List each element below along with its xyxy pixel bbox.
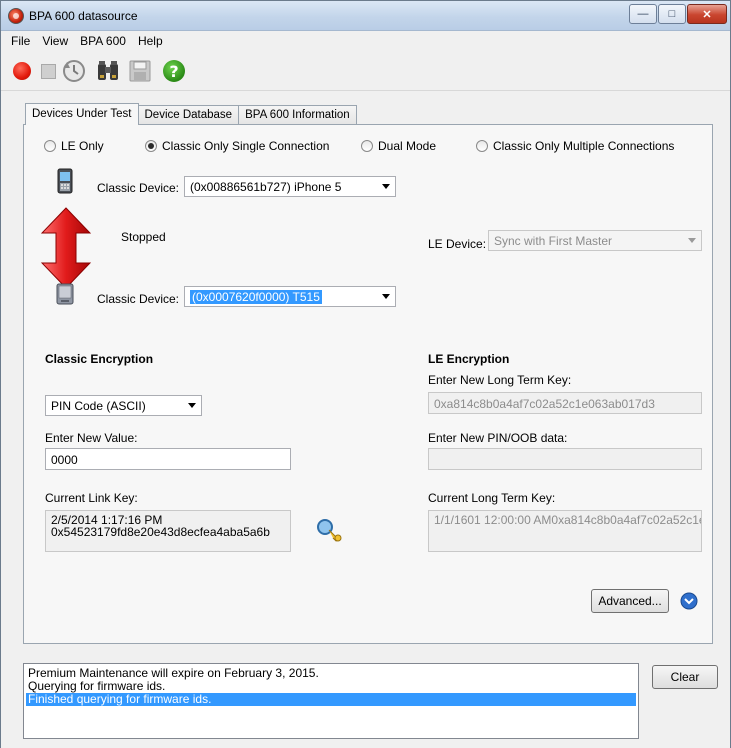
clear-button[interactable]: Clear [652, 665, 718, 689]
devices-under-test-panel: LE Only Classic Only Single Connection D… [23, 124, 713, 644]
menu-file[interactable]: File [5, 31, 36, 51]
status-bar [1, 743, 730, 748]
pin-oob-input [428, 448, 702, 470]
tab-strip: Devices Under Test Device Database BPA 6… [25, 103, 357, 125]
radio-le-only[interactable]: LE Only [44, 139, 104, 153]
record-icon [13, 62, 31, 80]
current-link-key-field: 2/5/2014 1:17:16 PM 0x54523179fd8e20e43d… [45, 510, 291, 552]
current-ltk-label: Current Long Term Key: [428, 491, 556, 505]
current-link-key-value: 0x54523179fd8e20e43d8ecfea4aba5a6b [51, 525, 270, 539]
classic-device-1-select[interactable]: (0x00886561b727) iPhone 5 [184, 176, 396, 197]
le-encryption-heading: LE Encryption [428, 352, 510, 366]
history-button[interactable] [61, 58, 87, 84]
window-title: BPA 600 datasource [29, 9, 138, 23]
tab-device-database[interactable]: Device Database [137, 105, 240, 125]
ltk-label: Enter New Long Term Key: [428, 373, 572, 387]
minimize-icon: — [637, 8, 649, 20]
classic-encryption-heading: Classic Encryption [45, 352, 154, 366]
radio-label: Dual Mode [378, 139, 437, 153]
floppy-disk-icon [129, 60, 151, 82]
chevron-down-icon [377, 177, 395, 196]
close-icon: ✕ [702, 8, 712, 21]
classic-device-2-value: (0x0007620f0000) T515 [190, 290, 322, 304]
new-value-label: Enter New Value: [45, 431, 138, 445]
stop-icon [40, 63, 56, 79]
pin-type-value: PIN Code (ASCII) [51, 399, 146, 413]
pin-type-select[interactable]: PIN Code (ASCII) [45, 395, 202, 416]
tab-bpa600-information[interactable]: BPA 600 Information [238, 105, 357, 125]
handheld-device-icon [56, 283, 74, 305]
help-icon: ? [163, 60, 185, 82]
menu-help[interactable]: Help [132, 31, 169, 51]
chevron-down-icon [377, 287, 395, 306]
radio-indicator [476, 140, 488, 152]
radio-indicator [44, 140, 56, 152]
minimize-button[interactable]: — [629, 4, 657, 24]
radio-label: Classic Only Single Connection [162, 139, 330, 153]
radio-indicator [145, 140, 157, 152]
chevron-down-icon [683, 231, 701, 250]
app-icon [8, 8, 24, 24]
menu-bar: File View BPA 600 Help [1, 31, 730, 51]
radio-label: Classic Only Multiple Connections [493, 139, 675, 153]
classic-device-2-label: Classic Device: [97, 292, 180, 306]
le-device-select: Sync with First Master [488, 230, 702, 251]
maximize-icon: □ [668, 8, 676, 20]
binoculars-button[interactable] [95, 58, 121, 84]
current-link-key-label: Current Link Key: [45, 491, 138, 505]
radio-classic-only-multiple[interactable]: Classic Only Multiple Connections [476, 139, 674, 153]
maximize-button[interactable]: □ [658, 4, 686, 24]
status-label: Stopped [121, 230, 166, 244]
message-log[interactable]: Premium Maintenance will expire on Febru… [23, 663, 639, 739]
radio-label: LE Only [61, 139, 104, 153]
help-button[interactable]: ? [161, 58, 187, 84]
radio-classic-only-single[interactable]: Classic Only Single Connection [145, 139, 329, 153]
toolbar: ? [1, 51, 730, 91]
le-device-value: Sync with First Master [494, 234, 613, 248]
title-bar: BPA 600 datasource — □ ✕ [1, 1, 730, 31]
chevron-down-icon [183, 396, 201, 415]
menu-bpa600[interactable]: BPA 600 [74, 31, 132, 51]
menu-view[interactable]: View [36, 31, 74, 51]
pin-oob-label: Enter New PIN/OOB data: [428, 431, 568, 445]
stop-button[interactable] [35, 58, 61, 84]
current-ltk-field: 1/1/1601 12:00:00 AM0xa814c8b0a4af7c02a5… [428, 510, 702, 552]
le-device-label: LE Device: [428, 237, 487, 251]
expand-down-icon[interactable] [680, 592, 698, 610]
ltk-input: 0xa814c8b0a4af7c02a52c1e063ab017d3 [428, 392, 702, 414]
log-line-selected: Finished querying for firmware ids. [26, 693, 636, 706]
mobile-phone-icon [57, 168, 73, 194]
radio-indicator [361, 140, 373, 152]
close-button[interactable]: ✕ [687, 4, 727, 24]
record-button[interactable] [9, 58, 35, 84]
classic-device-2-select[interactable]: (0x0007620f0000) T515 [184, 286, 396, 307]
connection-arrow-icon [41, 207, 91, 289]
classic-device-1-value: (0x00886561b727) iPhone 5 [190, 180, 342, 194]
new-value-input[interactable]: 0000 [45, 448, 291, 470]
key-search-icon [317, 519, 342, 542]
advanced-button[interactable]: Advanced... [591, 589, 669, 613]
tab-devices-under-test[interactable]: Devices Under Test [25, 103, 139, 125]
classic-device-1-label: Classic Device: [97, 181, 180, 195]
save-button[interactable] [127, 58, 153, 84]
radio-dual-mode[interactable]: Dual Mode [361, 139, 436, 153]
app-window: BPA 600 datasource — □ ✕ File View BPA 6… [0, 0, 731, 748]
binoculars-icon [98, 61, 118, 80]
history-icon [63, 60, 85, 82]
